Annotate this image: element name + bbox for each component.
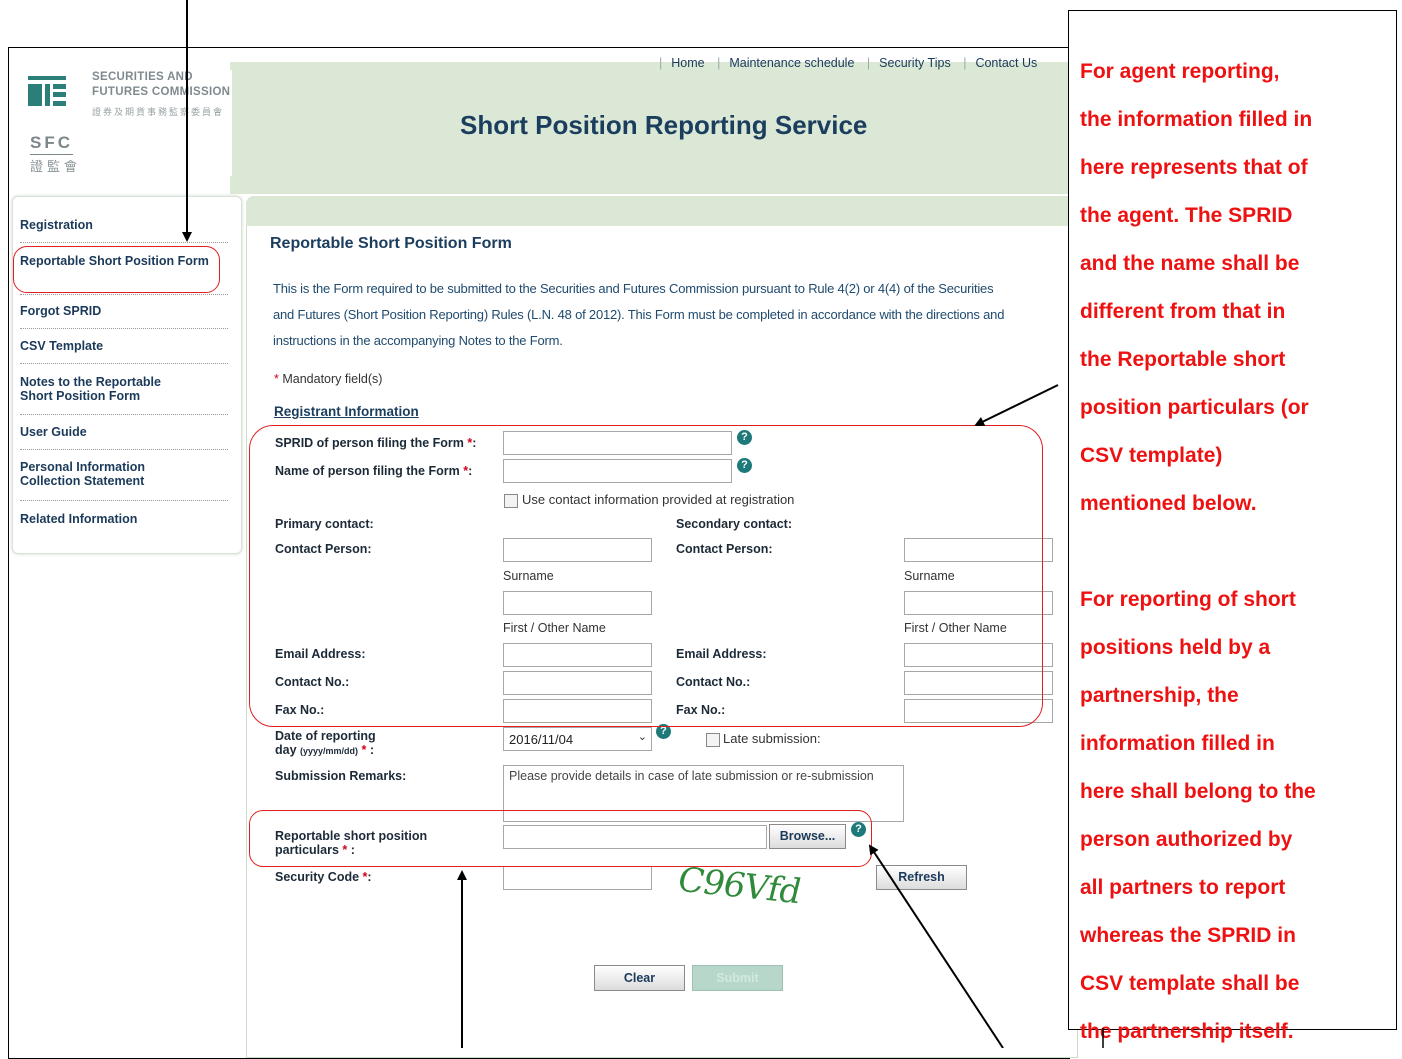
arrow-to-registrant-info: [974, 384, 1059, 426]
arrow-to-particulars-help: [868, 844, 1004, 1048]
annotation-arrows: [182, 0, 1104, 1048]
